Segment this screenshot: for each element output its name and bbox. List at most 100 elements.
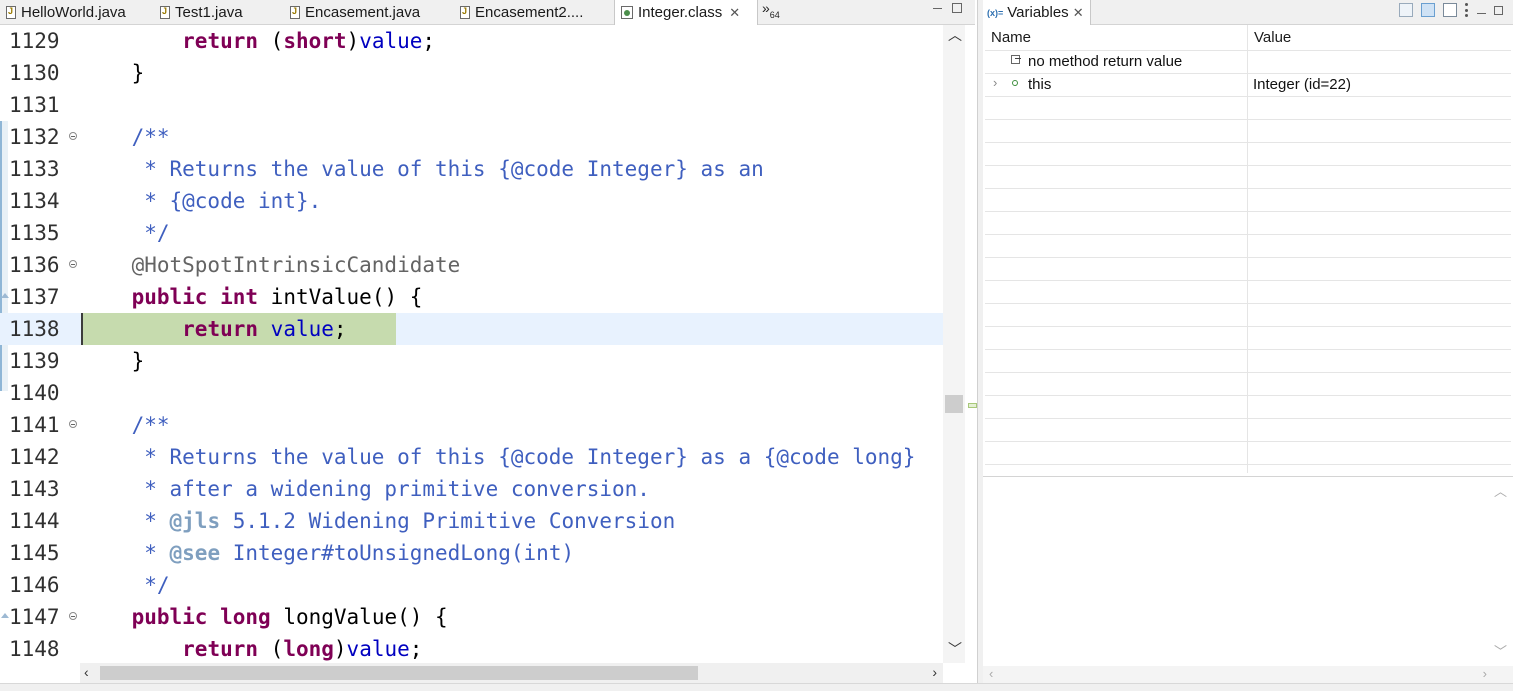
code-text: /** xyxy=(81,125,170,149)
table-row xyxy=(985,142,1511,166)
line-number: 1130 xyxy=(9,61,60,85)
maximize-icon[interactable] xyxy=(1494,5,1503,15)
editor-tab-bar: HelloWorld.java Test1.java Encasement.ja… xyxy=(0,0,975,25)
table-row[interactable]: no method return value xyxy=(985,50,1511,74)
java-file-icon xyxy=(460,5,470,19)
table-row xyxy=(985,165,1511,189)
scrollbar-thumb[interactable] xyxy=(945,395,963,413)
table-row xyxy=(985,234,1511,258)
code-line: 1141 /** xyxy=(0,409,943,441)
chevron-up-icon[interactable]: ︿ xyxy=(1494,481,1507,500)
code-line: 1139 } xyxy=(0,345,943,377)
line-number: 1136 xyxy=(9,253,60,277)
collapse-all-icon[interactable] xyxy=(1443,3,1457,17)
chevron-right-icon[interactable]: › xyxy=(932,664,937,680)
code-text: return value; xyxy=(182,317,347,341)
code-line: 1143 * after a widening primitive conver… xyxy=(0,473,943,505)
code-text: */ xyxy=(81,573,170,597)
code-line: 1145 * @see Integer#toUnsignedLong(int) xyxy=(0,537,943,569)
line-number: 1134 xyxy=(9,189,60,213)
code-line: 1133 * Returns the value of this {@code … xyxy=(0,153,943,185)
chevron-right-icon[interactable]: › xyxy=(1483,666,1487,681)
maximize-icon[interactable] xyxy=(952,3,962,13)
overview-ruler[interactable] xyxy=(965,25,977,663)
tab-encasement-java[interactable]: Encasement.java xyxy=(284,0,454,24)
close-icon[interactable]: ✕ xyxy=(1073,5,1084,21)
tab-helloworld-java[interactable]: HelloWorld.java xyxy=(0,0,154,24)
line-number: 1132 xyxy=(9,125,60,149)
detail-horizontal-scrollbar[interactable]: ‹ › xyxy=(983,666,1513,684)
column-header-value[interactable]: Value xyxy=(1254,29,1291,46)
table-row xyxy=(985,257,1511,281)
code-editor[interactable]: 1129 return (short)value; 1130 } 1131 11… xyxy=(0,25,943,663)
fold-collapse-icon[interactable] xyxy=(69,612,77,620)
chevron-right-icon[interactable]: › xyxy=(993,75,997,90)
tab-label: HelloWorld.java xyxy=(21,3,126,21)
code-text: * @jls 5.1.2 Widening Primitive Conversi… xyxy=(81,509,676,533)
chevron-up-icon[interactable]: ︿ xyxy=(948,25,962,45)
minimize-icon[interactable] xyxy=(1477,12,1486,14)
minimize-icon[interactable] xyxy=(933,8,942,9)
code-line: 1137 public int intValue() { xyxy=(0,281,943,313)
current-line-marker[interactable] xyxy=(968,403,977,408)
show-logical-structure-icon[interactable] xyxy=(1421,3,1435,17)
table-row xyxy=(985,418,1511,442)
table-row[interactable]: › this Integer (id=22) xyxy=(985,73,1511,97)
line-number: 1142 xyxy=(9,445,60,469)
chevron-left-icon[interactable]: ‹ xyxy=(989,666,993,681)
code-line: 1146 */ xyxy=(0,569,943,601)
code-line: 1147 public long longValue() { xyxy=(0,601,943,633)
variables-tree-table[interactable]: Name Value no method return value › this… xyxy=(985,25,1511,473)
line-number: 1148 xyxy=(9,637,60,661)
tab-label: Integer.class xyxy=(638,4,723,21)
tab-test1-java[interactable]: Test1.java xyxy=(154,0,284,24)
table-row xyxy=(985,96,1511,120)
line-number: 1135 xyxy=(9,221,60,245)
code-text: public long longValue() { xyxy=(131,605,448,629)
chevron-down-icon[interactable]: ﹀ xyxy=(1494,641,1507,660)
code-line: 1136 @HotSpotIntrinsicCandidate xyxy=(0,249,943,281)
chevron-double-right-icon: » xyxy=(762,0,770,16)
table-row xyxy=(985,395,1511,419)
variables-view: (x)= Variables ✕ Name Value no method re… xyxy=(983,0,1513,684)
column-header-name[interactable]: Name xyxy=(991,29,1031,46)
editor-window-controls xyxy=(933,3,962,13)
fold-collapse-icon[interactable] xyxy=(69,260,77,268)
chevron-down-icon[interactable]: ﹀ xyxy=(948,639,962,659)
editor-vertical-scrollbar[interactable]: ︿ ﹀ xyxy=(943,25,965,663)
line-number: 1147 xyxy=(9,605,60,629)
variable-name: no method return value xyxy=(1028,53,1183,70)
tab-overflow-button[interactable]: » 64 xyxy=(762,0,780,24)
line-number: 1140 xyxy=(9,381,60,405)
code-text: * @see Integer#toUnsignedLong(int) xyxy=(81,541,575,565)
variable-detail-pane[interactable]: ︿ ﹀ ‹ › xyxy=(983,476,1513,684)
fold-collapse-icon[interactable] xyxy=(69,420,77,428)
line-number: 1138 xyxy=(9,317,60,341)
scrollbar-thumb[interactable] xyxy=(100,666,698,680)
table-row xyxy=(985,441,1511,465)
tab-label: Variables xyxy=(1007,4,1069,21)
table-row xyxy=(985,326,1511,350)
table-row xyxy=(985,211,1511,235)
method-return-icon xyxy=(1011,55,1021,64)
editor-horizontal-scrollbar[interactable]: ‹ › xyxy=(80,663,943,683)
table-row xyxy=(985,303,1511,327)
tab-encasement2-java[interactable]: Encasement2.... xyxy=(454,0,614,24)
show-type-names-icon[interactable] xyxy=(1399,3,1413,17)
table-row xyxy=(985,349,1511,373)
code-text: @HotSpotIntrinsicCandidate xyxy=(81,253,461,277)
fold-collapse-icon[interactable] xyxy=(69,132,77,140)
chevron-left-icon[interactable]: ‹ xyxy=(84,664,89,680)
table-header: Name Value xyxy=(985,25,1511,51)
code-text: } xyxy=(81,349,145,373)
line-number: 1145 xyxy=(9,541,60,565)
code-line: 1142 * Returns the value of this {@code … xyxy=(0,441,943,473)
close-icon[interactable]: ✕ xyxy=(729,5,740,21)
view-tab-bar: (x)= Variables ✕ xyxy=(983,0,1513,25)
tab-variables[interactable]: (x)= Variables ✕ xyxy=(983,0,1091,25)
hidden-tab-count: 64 xyxy=(769,10,780,20)
tab-integer-class[interactable]: Integer.class ✕ xyxy=(614,0,758,25)
line-number: 1137 xyxy=(9,285,60,309)
view-menu-icon[interactable] xyxy=(1465,3,1469,17)
code-line: 1134 * {@code int}. xyxy=(0,185,943,217)
